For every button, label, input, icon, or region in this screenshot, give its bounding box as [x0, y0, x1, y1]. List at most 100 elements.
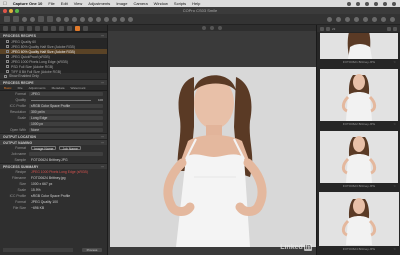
checkbox[interactable]: [6, 50, 9, 53]
star-icon[interactable]: ☆: [393, 247, 396, 251]
undo-icon[interactable]: [22, 16, 27, 22]
app-menu[interactable]: Capture One 10: [13, 1, 43, 6]
zoom-icon[interactable]: [15, 8, 19, 13]
reset-icon[interactable]: [390, 16, 395, 22]
menu-window[interactable]: Window: [154, 1, 168, 6]
copy-icon[interactable]: [372, 16, 377, 22]
scale-select[interactable]: Long Edge: [29, 115, 103, 121]
main-photo[interactable]: [110, 67, 316, 247]
zoom-tool-icon[interactable]: [72, 16, 77, 22]
process-button[interactable]: Process: [82, 247, 102, 252]
search-icon[interactable]: [393, 26, 397, 31]
tab-adjustments[interactable]: [59, 25, 64, 31]
thumbnail[interactable]: [320, 69, 398, 121]
crop-icon[interactable]: [80, 16, 85, 22]
subtab-basic[interactable]: Basic: [4, 86, 12, 90]
apple-icon[interactable]: : [3, 1, 7, 7]
thumbnail[interactable]: [320, 33, 398, 59]
viewer-icon[interactable]: [218, 26, 222, 30]
star-icon[interactable]: ☆: [393, 184, 396, 188]
status-icon[interactable]: [383, 1, 387, 6]
checkbox[interactable]: [4, 74, 7, 78]
checkbox[interactable]: [6, 55, 9, 58]
status-icon[interactable]: [374, 1, 378, 6]
capture-icon[interactable]: [13, 16, 19, 22]
tab-library[interactable]: [3, 25, 8, 31]
menu-view[interactable]: View: [74, 1, 83, 6]
star-icon[interactable]: ☆: [393, 60, 396, 64]
image-viewer[interactable]: Linked in: [108, 25, 316, 255]
menu-camera[interactable]: Camera: [133, 1, 147, 6]
grid-icon[interactable]: [345, 16, 350, 22]
list-view-icon[interactable]: [326, 26, 330, 31]
close-icon[interactable]: [3, 8, 7, 13]
tab-local[interactable]: [51, 25, 56, 31]
job-name-input[interactable]: [29, 151, 103, 157]
viewer-icon[interactable]: [47, 16, 53, 22]
section-menu-icon[interactable]: ⋯: [101, 135, 104, 139]
subtab-adjustments[interactable]: Adjustments: [29, 86, 46, 90]
subtab-metadata[interactable]: Metadata: [52, 86, 65, 90]
checkbox[interactable]: [6, 45, 9, 48]
viewer-icon[interactable]: [202, 26, 206, 30]
minimize-icon[interactable]: [9, 8, 13, 13]
tab-metadata[interactable]: [67, 25, 72, 31]
viewer-icon[interactable]: [210, 26, 214, 30]
scale-size-input[interactable]: 1000 px: [29, 121, 103, 127]
checkbox[interactable]: [6, 40, 9, 43]
section-menu-icon[interactable]: ⋯: [101, 141, 104, 145]
subtab-watermark[interactable]: Watermark: [71, 86, 86, 90]
keystone-icon[interactable]: [96, 16, 101, 22]
proof-icon[interactable]: [363, 16, 368, 22]
workspace-icon[interactable]: [38, 16, 44, 22]
redo-icon[interactable]: [30, 16, 35, 22]
import-icon[interactable]: [4, 16, 10, 22]
menu-scripts[interactable]: Scripts: [174, 1, 186, 6]
menu-help[interactable]: Help: [192, 1, 200, 6]
tab-batch[interactable]: [83, 25, 88, 31]
menu-file[interactable]: File: [48, 1, 54, 6]
tab-color[interactable]: [27, 25, 32, 31]
menu-image[interactable]: Image: [116, 1, 127, 6]
exposure-icon[interactable]: [336, 16, 341, 22]
search-icon[interactable]: [392, 1, 396, 6]
apply-icon[interactable]: [381, 16, 386, 22]
menu-edit[interactable]: Edit: [61, 1, 68, 6]
section-menu-icon[interactable]: ⋯: [101, 165, 104, 169]
mask-icon[interactable]: [112, 16, 117, 22]
picker-icon[interactable]: [120, 16, 125, 22]
status-icon[interactable]: [347, 1, 351, 6]
annotate-icon[interactable]: [128, 16, 133, 22]
tab-details[interactable]: [43, 25, 48, 31]
sort-icon[interactable]: [387, 26, 391, 31]
hand-icon[interactable]: [64, 16, 69, 22]
warning-icon[interactable]: [327, 16, 332, 22]
checkbox[interactable]: [6, 60, 9, 63]
cursor-icon[interactable]: [56, 16, 61, 22]
resolution-input[interactable]: 300 px/in: [29, 109, 103, 115]
status-icon[interactable]: [356, 1, 360, 6]
output-path-input[interactable]: [3, 247, 73, 252]
tab-capture[interactable]: [11, 25, 16, 31]
grid-view-icon[interactable]: [320, 26, 324, 31]
tab-exposure[interactable]: [35, 25, 40, 31]
tab-output[interactable]: [75, 25, 80, 31]
subtab-file[interactable]: File: [18, 86, 23, 90]
status-icon[interactable]: [365, 1, 369, 6]
open-with-select[interactable]: None: [29, 127, 103, 133]
section-menu-icon[interactable]: ⋯: [101, 34, 104, 38]
checkbox[interactable]: [6, 70, 9, 73]
image-name-token[interactable]: Image Name: [31, 146, 57, 151]
straighten-icon[interactable]: [88, 16, 93, 22]
spot-removal-icon[interactable]: [104, 16, 109, 22]
tab-lens[interactable]: [19, 25, 24, 31]
section-menu-icon[interactable]: ⋯: [101, 81, 104, 85]
thumbnail-selected[interactable]: [319, 192, 399, 246]
icc-profile-select[interactable]: sRGB Color Space Profile: [29, 103, 103, 109]
thumbnail[interactable]: [320, 131, 398, 183]
quality-slider[interactable]: 100: [29, 98, 103, 103]
checkbox[interactable]: [6, 65, 9, 68]
format-select[interactable]: JPEG: [29, 91, 103, 97]
guides-icon[interactable]: [354, 16, 359, 22]
star-icon[interactable]: ☆: [393, 122, 396, 126]
